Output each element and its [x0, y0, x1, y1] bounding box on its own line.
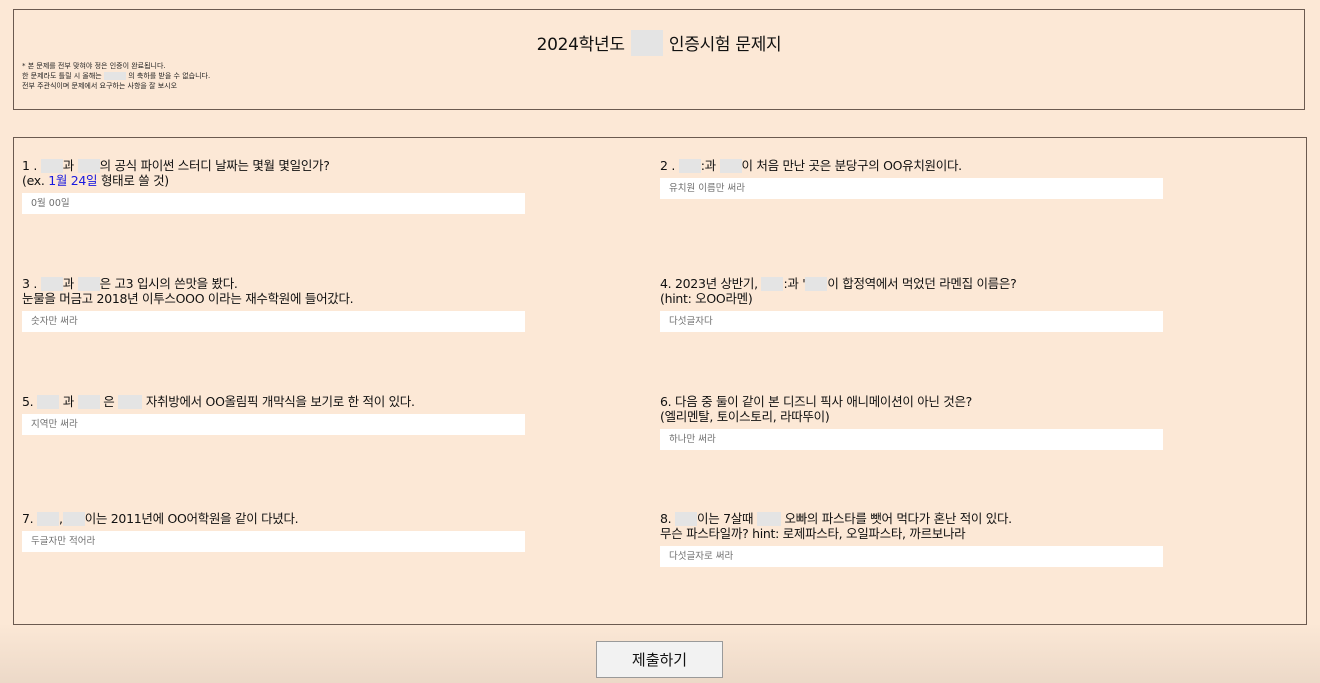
- redacted-name: [77, 158, 100, 173]
- question-3: 3 . 과 은 고3 입시의 쓴맛을 봤다. 눈물을 머금고 2018년 이투스…: [22, 276, 542, 332]
- question-5: 5. 과 은 자취방에서 OO올림픽 개막식을 보기로 한 적이 있다.: [22, 394, 542, 435]
- redacted-name: [756, 511, 781, 526]
- answer-3-input[interactable]: [22, 311, 525, 332]
- instructions: * 본 문제를 전부 맞혀야 정은 인증이 완료됩니다. 한 문제라도 틀릴 시…: [22, 61, 210, 91]
- question-2: 2 . :과 이 처음 만난 곳은 분당구의 OO유치원이다.: [660, 158, 1180, 199]
- instruction-line: 한 문제라도 틀릴 시 올해는 의 축하를 받을 수 없습니다.: [22, 72, 211, 80]
- redacted-name: [37, 511, 60, 526]
- question-7: 7. , 이는 2011년에 OO어학원을 같이 다녔다.: [22, 511, 542, 552]
- redacted-name: [630, 30, 663, 56]
- question-2-text: 2 . :과 이 처음 만난 곳은 분당구의 OO유치원이다.: [660, 158, 962, 173]
- redacted-name: [40, 158, 63, 173]
- instruction-line: * 본 문제를 전부 맞혀야 정은 인증이 완료됩니다.: [22, 62, 166, 70]
- question-1: 1 . 과 의 공식 파이썬 스터디 날짜는 몇월 몇일인가? (ex. 1월 …: [22, 158, 542, 214]
- question-4-text: 4. 2023년 상반기, :과 ' 이 합정역에서 먹었던 라멘집 이름은? (…: [660, 276, 1017, 306]
- question-4: 4. 2023년 상반기, :과 ' 이 합정역에서 먹었던 라멘집 이름은? (…: [660, 276, 1180, 332]
- redacted-name: [103, 72, 126, 80]
- redacted-name: [77, 276, 100, 291]
- answer-6-input[interactable]: [660, 429, 1163, 450]
- redacted-name: [675, 511, 698, 526]
- redacted-name: [37, 394, 60, 409]
- redacted-name: [40, 276, 63, 291]
- question-1-text: 1 . 과 의 공식 파이썬 스터디 날짜는 몇월 몇일인가? (ex. 1월 …: [22, 158, 330, 188]
- answer-4-input[interactable]: [660, 311, 1163, 332]
- redacted-name: [77, 394, 100, 409]
- redacted-name: [719, 158, 742, 173]
- answer-7-input[interactable]: [22, 531, 525, 552]
- answer-2-input[interactable]: [660, 178, 1163, 199]
- answer-8-input[interactable]: [660, 546, 1163, 567]
- answer-5-input[interactable]: [22, 414, 525, 435]
- redacted-name: [761, 276, 784, 291]
- page-title: 2024학년도 인증시험 문제지: [14, 30, 1304, 56]
- question-panel: 1 . 과 의 공식 파이썬 스터디 날짜는 몇월 몇일인가? (ex. 1월 …: [13, 137, 1307, 625]
- question-8-text: 8. 이는 7살때 오빠의 파스타를 뺏어 먹다가 혼난 적이 있다. 무슨 파…: [660, 511, 1012, 541]
- question-6: 6. 다음 중 둘이 같이 본 디즈니 픽사 애니메이션이 아닌 것은? (엘리…: [660, 394, 1180, 450]
- question-8: 8. 이는 7살때 오빠의 파스타를 뺏어 먹다가 혼난 적이 있다. 무슨 파…: [660, 511, 1180, 567]
- redacted-name: [805, 276, 828, 291]
- question-5-text: 5. 과 은 자취방에서 OO올림픽 개막식을 보기로 한 적이 있다.: [22, 394, 415, 409]
- question-6-text: 6. 다음 중 둘이 같이 본 디즈니 픽사 애니메이션이 아닌 것은? (엘리…: [660, 394, 972, 424]
- redacted-name: [678, 158, 701, 173]
- instruction-line: 전부 주관식이며 문제에서 요구하는 사항을 잘 보시오: [22, 82, 178, 90]
- question-3-text: 3 . 과 은 고3 입시의 쓴맛을 봤다. 눈물을 머금고 2018년 이투스…: [22, 276, 354, 306]
- answer-1-input[interactable]: [22, 193, 525, 214]
- question-7-text: 7. , 이는 2011년에 OO어학원을 같이 다녔다.: [22, 511, 299, 526]
- submit-button[interactable]: 제출하기: [596, 641, 723, 678]
- header-panel: 2024학년도 인증시험 문제지 * 본 문제를 전부 맞혀야 정은 인증이 완…: [13, 9, 1305, 110]
- redacted-name: [62, 511, 85, 526]
- redacted-name: [118, 394, 143, 409]
